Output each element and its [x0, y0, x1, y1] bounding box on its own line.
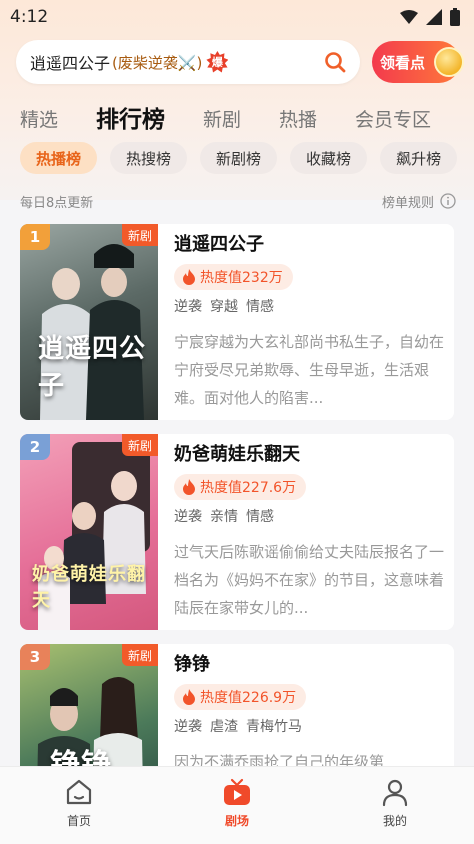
collect-points-label: 领看点 [380, 53, 426, 72]
search-query: 逍遥四公子 [30, 54, 111, 73]
drama-title: 奶爸萌娃乐翻天 [174, 444, 300, 465]
sub-tab-favorites[interactable]: 收藏榜 [290, 142, 368, 174]
battery-icon [450, 8, 460, 26]
drama-title: 逍遥四公子 [174, 234, 264, 255]
new-drama-badge: 新剧 [121, 644, 158, 666]
update-text: 每日8点更新 [20, 195, 94, 211]
nav-theater-label: 剧场 [224, 814, 249, 828]
status-time: 4:12 [10, 7, 49, 27]
ranking-rules-link[interactable]: 榜单规则 [382, 192, 456, 211]
main-tabs: 精选 排行榜 新剧 热播 会员专区 [20, 100, 474, 136]
tag: 亲情 [210, 509, 238, 525]
tag: 逆袭 [174, 299, 202, 315]
search-hint: (废柴逆袭⚔️) [112, 53, 203, 72]
nav-home[interactable]: 首页 [34, 777, 124, 829]
rank-badge: 2 [20, 434, 50, 460]
tag: 逆袭 [174, 509, 202, 525]
heat-score: 热度值226.9万 [174, 684, 307, 710]
nav-home-label: 首页 [66, 814, 91, 828]
flame-icon [183, 689, 195, 705]
nav-profile-label: 我的 [382, 814, 407, 828]
tab-new-dramas[interactable]: 新剧 [203, 104, 241, 136]
rules-label: 榜单规则 [381, 195, 434, 211]
sub-tab-new[interactable]: 新剧榜 [200, 142, 278, 174]
info-icon [440, 193, 456, 209]
nav-profile[interactable]: 我的 [350, 777, 440, 829]
ranking-sub-tabs: 热播榜 热搜榜 新剧榜 收藏榜 飙升榜 [20, 142, 474, 174]
drama-card[interactable]: 1 新剧 逍遥四公子 逍遥四公子 热度值232万 逆袭 穿越 情感 宁宸穿越为大… [20, 224, 454, 420]
tag: 情感 [246, 509, 274, 525]
rank-badge: 3 [20, 644, 50, 670]
tag: 青梅竹马 [246, 719, 302, 735]
profile-icon [382, 779, 408, 807]
heat-value: 热度值226.9万 [200, 690, 297, 706]
tag: 穿越 [210, 299, 238, 315]
tab-featured[interactable]: 精选 [20, 104, 58, 136]
ranking-info-row: 每日8点更新 榜单规则 [20, 190, 456, 212]
tab-rankings[interactable]: 排行榜 [96, 104, 165, 136]
search-icon[interactable] [324, 51, 346, 73]
new-drama-badge: 新剧 [121, 224, 158, 246]
search-box[interactable]: 逍遥四公子 (废柴逆袭⚔️) 爆 [16, 40, 360, 84]
drama-info: 铮铮 热度值226.9万 逆袭 虐渣 青梅竹马 因为不满乔雨抢了自己的年级第 [174, 654, 444, 776]
bottom-nav: 首页 剧场 我的 [0, 766, 474, 844]
hot-badge: 爆 [206, 51, 229, 73]
theater-icon [224, 778, 250, 805]
coin-icon [434, 47, 464, 77]
sub-tab-rising[interactable]: 飙升榜 [380, 142, 458, 174]
drama-card[interactable]: 2 新剧 奶爸萌娃乐翻天 奶爸萌娃乐翻天 热度值227.6万 逆袭 亲情 情感 … [20, 434, 454, 630]
drama-tags: 逆袭 穿越 情感 [174, 296, 444, 316]
tab-trending[interactable]: 热播 [279, 104, 317, 136]
flame-icon [183, 479, 195, 495]
drama-title: 铮铮 [174, 654, 210, 675]
sub-tab-hot-play[interactable]: 热播榜 [20, 142, 98, 174]
rank-badge: 1 [20, 224, 50, 250]
heat-value: 热度值227.6万 [200, 480, 297, 496]
signal-icon [426, 9, 442, 25]
poster-title: 逍遥四公子 [38, 334, 147, 401]
tab-vip-zone[interactable]: 会员专区 [355, 104, 431, 136]
drama-description: 过气天后陈歌谣偷偷给丈夫陆辰报名了一档名为《妈妈不在家》的节目，这意味着陆辰在家… [174, 543, 444, 617]
poster-title: 奶爸萌娃乐翻天 [32, 564, 146, 611]
drama-info: 奶爸萌娃乐翻天 热度值227.6万 逆袭 亲情 情感 过气天后陈歌谣偷偷给丈夫陆… [174, 444, 444, 622]
tag: 逆袭 [174, 719, 202, 735]
heat-score: 热度值232万 [174, 264, 293, 290]
search-row: 逍遥四公子 (废柴逆袭⚔️) 爆 领看点 [16, 40, 464, 84]
status-icons [400, 8, 460, 26]
drama-tags: 逆袭 虐渣 青梅竹马 [174, 716, 444, 736]
tag: 情感 [246, 299, 274, 315]
heat-score: 热度值227.6万 [174, 474, 307, 500]
collect-points-button[interactable]: 领看点 [372, 41, 464, 83]
heat-value: 热度值232万 [200, 270, 283, 286]
new-drama-badge: 新剧 [121, 434, 158, 456]
nav-theater[interactable]: 剧场 [192, 777, 282, 829]
drama-tags: 逆袭 亲情 情感 [174, 506, 444, 526]
sub-tab-hot-search[interactable]: 热搜榜 [110, 142, 188, 174]
drama-description: 宁宸穿越为大玄礼部尚书私生子，自幼在宁府受尽兄弟欺辱、生母早逝，生活艰难。面对他… [174, 333, 444, 407]
drama-poster: 1 新剧 逍遥四公子 [20, 224, 158, 420]
tag: 虐渣 [210, 719, 238, 735]
flame-icon [183, 269, 195, 285]
status-bar: 4:12 [0, 0, 474, 34]
drama-poster: 2 新剧 奶爸萌娃乐翻天 [20, 434, 158, 630]
home-icon [66, 779, 92, 805]
wifi-icon [400, 10, 418, 24]
drama-info: 逍遥四公子 热度值232万 逆袭 穿越 情感 宁宸穿越为大玄礼部尚书私生子，自幼… [174, 234, 444, 412]
